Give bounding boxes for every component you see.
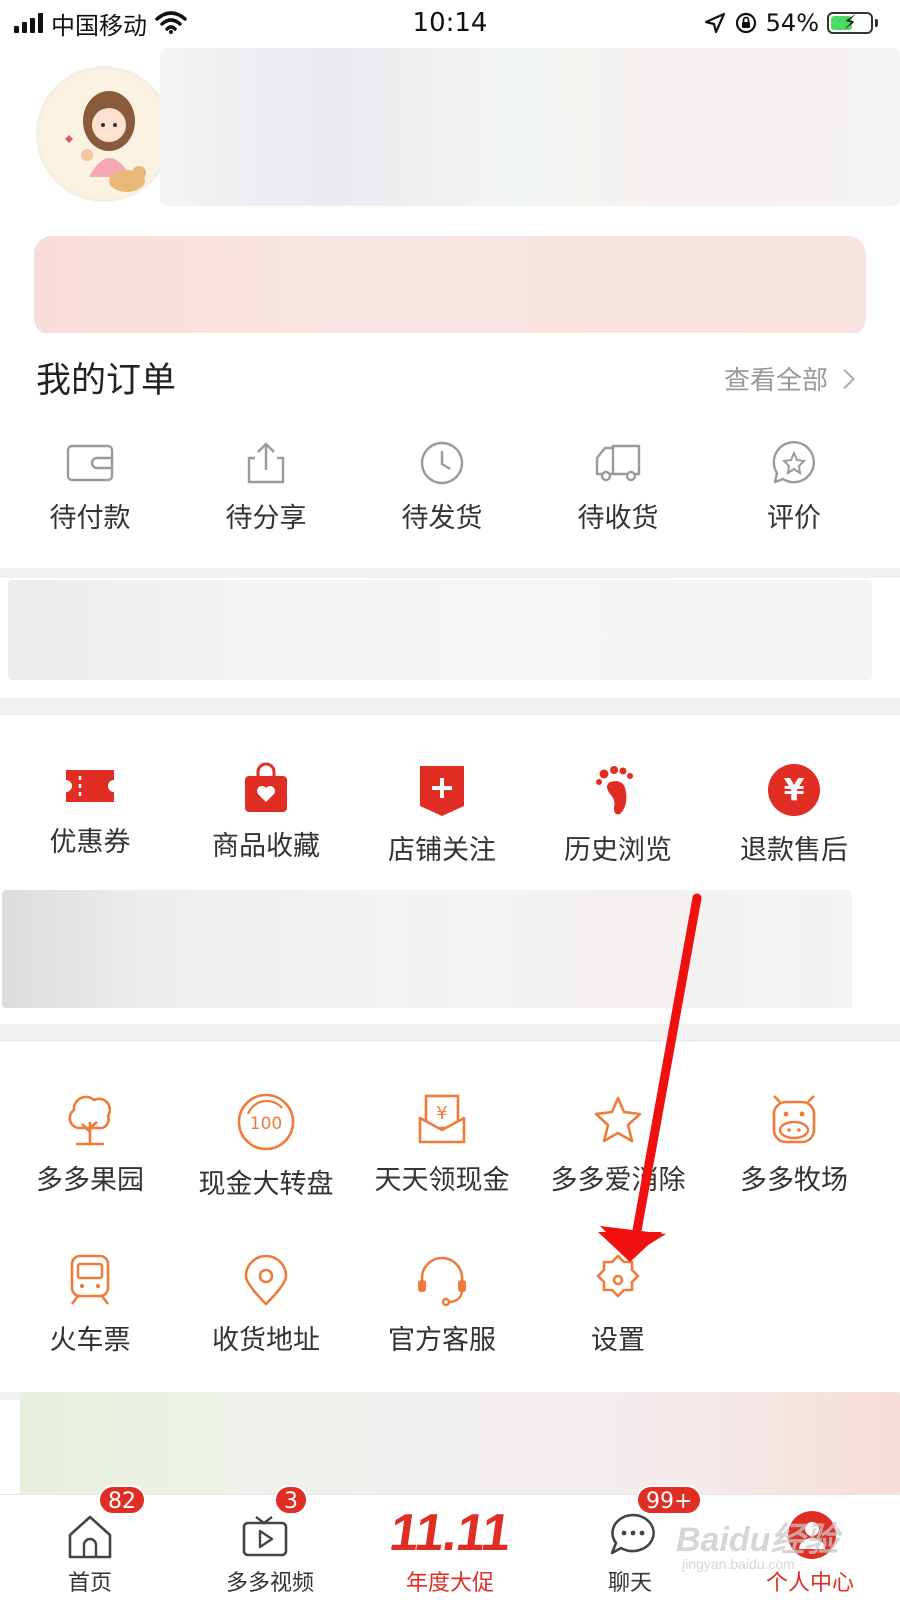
carrier-name: 中国移动 [51, 11, 147, 40]
tab-label: 多多视频 [225, 1571, 314, 1596]
cash-wheel-entry[interactable]: 100 现金大转盘 [176, 1092, 356, 1201]
ranch-entry[interactable]: 多多牧场 [704, 1092, 884, 1197]
orders-title: 我的订单 [36, 361, 177, 401]
battery-icon: ⚡ [827, 10, 878, 34]
train-icon [70, 1254, 110, 1305]
wallet-icon [66, 444, 114, 482]
member-banner-redacted[interactable] [34, 236, 866, 336]
service-item-label: 多多牧场 [740, 1165, 848, 1196]
history-entry[interactable]: 历史浏览 [528, 762, 708, 867]
chat-badge: 99+ [636, 1485, 703, 1515]
cow-icon [772, 1095, 816, 1144]
order-pending-share[interactable]: 待分享 [176, 440, 356, 535]
gear-icon [596, 1254, 640, 1298]
order-item-label: 待发货 [401, 503, 483, 534]
video-icon [242, 1516, 288, 1557]
service-item-label: 多多爱消除 [550, 1165, 686, 1196]
video-badge: 3 [274, 1485, 308, 1515]
tab-promo[interactable]: 11.11 年度大促 [360, 1495, 540, 1600]
order-pending-receipt[interactable]: 待收货 [528, 440, 708, 535]
order-item-label: 评价 [767, 503, 821, 534]
section-divider [0, 568, 900, 578]
clock-icon [420, 441, 464, 485]
tool-item-label: 店铺关注 [388, 835, 496, 866]
recommend-banner-redacted[interactable] [20, 1392, 900, 1496]
promo-strip-redacted[interactable] [2, 890, 852, 1008]
order-item-label: 待分享 [225, 503, 307, 534]
chevron-right-icon [835, 368, 855, 389]
store-follow-icon [420, 766, 464, 816]
baidu-watermark-url: jingyan.baidu.com [682, 1556, 795, 1572]
review-star-icon [772, 441, 815, 484]
service-item-label: 多多果园 [36, 1165, 144, 1196]
svg-text:¥: ¥ [436, 1103, 447, 1124]
svg-text:¥: ¥ [784, 773, 805, 808]
tab-video[interactable]: 3 多多视频 [180, 1485, 360, 1600]
location-pin-icon [244, 1254, 288, 1306]
status-left: 中国移动 [14, 6, 187, 41]
favorite-bag-icon [245, 762, 287, 812]
footprint-icon [596, 766, 633, 815]
order-pending-shipment[interactable]: 待发货 [352, 440, 532, 535]
svg-text:100: 100 [250, 1114, 282, 1134]
service-item-label: 现金大转盘 [198, 1169, 334, 1200]
status-bar: 中国移动 10:14 54% ⚡ [0, 0, 900, 46]
battery-percent: 54% [765, 9, 819, 37]
service-item-label: 火车票 [49, 1325, 131, 1356]
store-follow-entry[interactable]: 店铺关注 [352, 762, 532, 867]
chat-icon [610, 1513, 655, 1555]
service-item-label: 天天领现金 [374, 1165, 510, 1196]
wheel-100-icon: 100 [237, 1093, 295, 1151]
refund-yen-icon: ¥ [768, 764, 820, 816]
rotation-lock-icon [735, 12, 756, 34]
address-entry[interactable]: 收货地址 [176, 1252, 356, 1357]
home-badge: 82 [98, 1485, 146, 1515]
tab-home[interactable]: 82 首页 [0, 1485, 180, 1600]
avatar-illustration [39, 69, 169, 199]
refund-entry[interactable]: ¥ 退款售后 [704, 762, 884, 867]
user-info-redacted [160, 48, 900, 206]
tool-item-label: 退款售后 [740, 835, 848, 866]
view-all-label: 查看全部 [723, 366, 828, 396]
customer-service-entry[interactable]: 官方客服 [352, 1252, 532, 1357]
order-review[interactable]: 评价 [704, 440, 884, 535]
headset-icon [418, 1256, 466, 1307]
order-item-label: 待付款 [49, 503, 131, 534]
signal-icon [14, 13, 43, 33]
daily-cash-entry[interactable]: ¥ 天天领现金 [352, 1092, 532, 1197]
order-item-label: 待收货 [577, 503, 659, 534]
section-divider [0, 698, 900, 716]
cash-envelope-icon: ¥ [418, 1094, 466, 1144]
status-right: 54% ⚡ [704, 9, 878, 37]
coupon-icon [66, 770, 114, 802]
order-pending-payment[interactable]: 待付款 [0, 440, 180, 535]
share-icon [247, 442, 285, 484]
star-icon [594, 1096, 642, 1143]
location-arrow-icon [704, 12, 725, 34]
settings-entry[interactable]: 设置 [528, 1252, 708, 1357]
train-tickets-entry[interactable]: 火车票 [0, 1252, 180, 1357]
avatar[interactable] [36, 66, 172, 202]
coupons-entry[interactable]: 优惠券 [0, 762, 180, 859]
truck-icon [595, 444, 641, 482]
view-all-orders-link[interactable]: 查看全部 [723, 360, 855, 397]
service-item-label: 设置 [591, 1325, 645, 1356]
tool-item-label: 历史浏览 [564, 835, 672, 866]
tree-icon [68, 1095, 112, 1146]
tool-item-label: 优惠券 [49, 827, 131, 858]
orchard-entry[interactable]: 多多果园 [0, 1092, 180, 1197]
tab-label: 首页 [67, 1571, 112, 1596]
wifi-icon [155, 11, 187, 34]
home-icon [68, 1515, 112, 1559]
tool-item-label: 商品收藏 [212, 831, 320, 862]
service-item-label: 收货地址 [212, 1325, 320, 1356]
eliminate-game-entry[interactable]: 多多爱消除 [528, 1092, 708, 1197]
baidu-watermark: Baidu经验 [676, 1521, 839, 1559]
promo-1111-logo: 11.11 [386, 1504, 514, 1562]
favorites-entry[interactable]: 商品收藏 [176, 762, 356, 863]
logistics-info-redacted[interactable] [8, 580, 872, 680]
tab-label: 年度大促 [405, 1571, 494, 1596]
service-item-label: 官方客服 [388, 1325, 496, 1356]
section-divider [0, 1024, 900, 1042]
